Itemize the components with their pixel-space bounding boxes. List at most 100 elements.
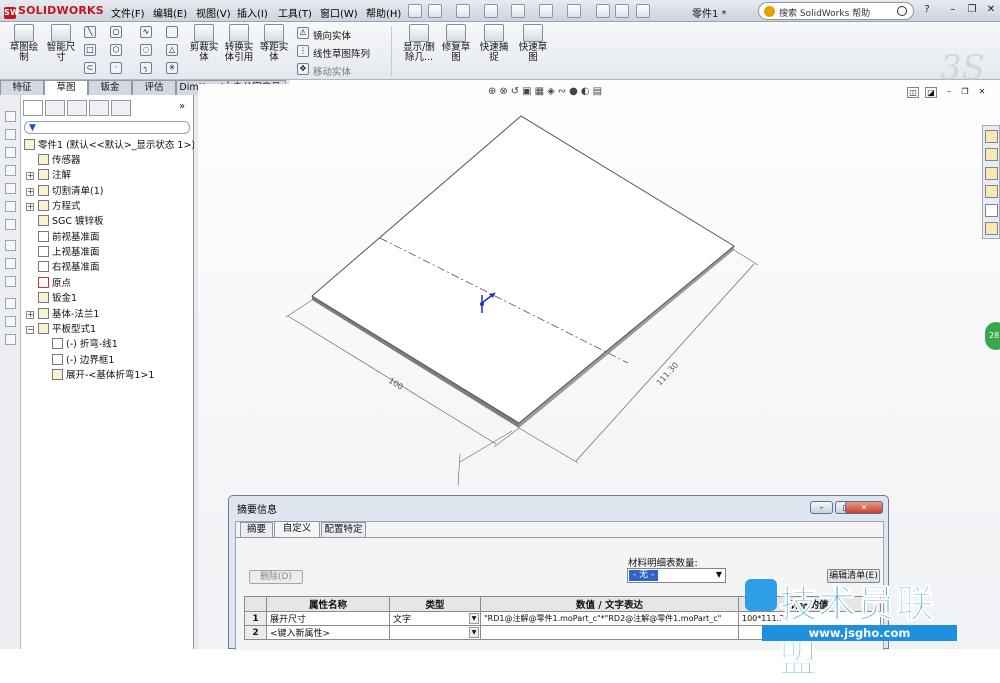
repair-sketch-button[interactable]: 修复草图: [440, 24, 472, 63]
chevron-down-icon[interactable]: ▼: [469, 613, 479, 624]
tab-custom[interactable]: 自定义: [274, 521, 320, 537]
tab-evaluate[interactable]: 评估: [132, 80, 176, 95]
property-manager-tab-icon[interactable]: [45, 100, 65, 116]
shell-icon[interactable]: [5, 219, 16, 230]
column-header-type[interactable]: 类型: [389, 596, 481, 612]
expand-icon[interactable]: +: [26, 311, 34, 319]
column-header-value-expression[interactable]: 数值 / 文字表达: [480, 596, 739, 612]
open-file-icon[interactable]: [456, 4, 470, 18]
rapid-sketch-button[interactable]: 快速草图: [515, 24, 551, 63]
tree-item-bounding-box[interactable]: (-) 边界框1: [52, 353, 114, 368]
tree-item-sheet-metal[interactable]: 钣金1: [38, 291, 77, 306]
quick-snaps-button[interactable]: 快速捕捉: [478, 24, 510, 63]
tab-summary[interactable]: 摘要: [240, 522, 273, 537]
instant3d-icon[interactable]: [5, 276, 16, 287]
appearances-icon[interactable]: [985, 204, 998, 217]
tab-sketch[interactable]: 草图: [44, 80, 88, 96]
fillet-icon[interactable]: ╮: [140, 62, 152, 74]
feature-tree-tab-icon[interactable]: [23, 100, 43, 116]
loft-icon[interactable]: [5, 165, 16, 176]
curves-icon[interactable]: [5, 258, 16, 269]
tree-item-right-plane[interactable]: 右视基准面: [38, 260, 100, 275]
point-icon[interactable]: ·: [110, 62, 122, 74]
row-number[interactable]: 2: [244, 625, 267, 640]
plane-icon[interactable]: △: [166, 44, 178, 56]
tree-root-part[interactable]: 零件1 (默认<<默认>_显示状态 1>): [24, 138, 195, 153]
dialog-close-button[interactable]: ✕: [845, 501, 883, 514]
convert-entities-button[interactable]: 转换实体引用: [223, 24, 255, 63]
expand-icon[interactable]: +: [26, 203, 34, 211]
tab-sheet-metal[interactable]: 钣金: [88, 80, 132, 95]
undo-icon[interactable]: [539, 4, 553, 18]
smart-dimension-button[interactable]: 智能尺寸: [44, 24, 78, 63]
slot-icon[interactable]: ⊂: [84, 62, 96, 74]
menu-file[interactable]: 文件(F): [111, 5, 145, 20]
tree-item-cut-list[interactable]: + 切割清单(1): [26, 184, 103, 199]
minimize-button[interactable]: –: [946, 4, 960, 17]
save-icon[interactable]: [484, 4, 498, 18]
rib-icon[interactable]: [5, 334, 16, 345]
tab-features[interactable]: 特征: [0, 80, 44, 95]
solidworks-resources-icon[interactable]: [985, 130, 998, 143]
menu-window[interactable]: 窗口(W): [320, 5, 358, 20]
menu-help[interactable]: 帮助(H): [366, 5, 401, 20]
line-icon[interactable]: ╲: [84, 26, 96, 38]
select-icon[interactable]: [567, 4, 581, 18]
help-search-box[interactable]: 搜索 SolidWorks 帮助: [758, 2, 914, 20]
new-file-icon[interactable]: [428, 4, 442, 18]
options-icon[interactable]: [636, 4, 650, 18]
value-expression-cell[interactable]: "RD1@注解@零件1.moPart_c"*"RD2@注解@零件1.moPart…: [480, 611, 739, 626]
expand-icon[interactable]: +: [26, 188, 34, 196]
configuration-manager-tab-icon[interactable]: [67, 100, 87, 116]
dimxpert-manager-tab-icon[interactable]: [89, 100, 109, 116]
close-button[interactable]: ✕: [984, 4, 998, 17]
tree-item-unfold[interactable]: 展开-<基体折弯1>1: [52, 368, 154, 383]
pin-icon[interactable]: [408, 4, 422, 18]
centerline-icon[interactable]: ✳: [166, 62, 178, 74]
reference-geometry-icon[interactable]: [5, 240, 16, 251]
sweep-icon[interactable]: [5, 147, 16, 158]
chevron-down-icon[interactable]: ▼: [469, 627, 479, 638]
menu-edit[interactable]: 编辑(E): [153, 5, 187, 20]
menu-tools[interactable]: 工具(T): [278, 5, 312, 20]
revolve-icon[interactable]: [5, 129, 16, 140]
mirror-feature-icon[interactable]: [5, 316, 16, 327]
tree-item-annotations[interactable]: + 注解: [26, 168, 71, 183]
expand-chevron-icon[interactable]: »: [179, 101, 185, 112]
collapse-icon[interactable]: −: [26, 326, 34, 334]
ellipse-icon[interactable]: ◌: [140, 44, 152, 56]
print-icon[interactable]: [511, 4, 525, 18]
tree-item-origin[interactable]: 原点: [38, 276, 71, 291]
dimension-left-value[interactable]: 100: [387, 376, 405, 392]
tree-item-top-plane[interactable]: 上视基准面: [38, 245, 100, 260]
menu-view[interactable]: 视图(V): [196, 5, 231, 20]
view-palette-icon[interactable]: [985, 185, 998, 198]
rebuild-icon[interactable]: [596, 4, 610, 18]
chamfer-icon[interactable]: [5, 201, 16, 212]
notification-badge[interactable]: 28: [985, 322, 1000, 350]
rectangle-icon[interactable]: □: [84, 44, 96, 56]
linear-pattern-button[interactable]: 线性草图阵列: [313, 46, 370, 60]
tab-config-specific[interactable]: 配置特定: [321, 522, 366, 537]
file-explorer-icon[interactable]: [985, 167, 998, 180]
tree-item-front-plane[interactable]: 前视基准面: [38, 230, 100, 245]
show-delete-relations-button[interactable]: 显示/删除几...: [400, 24, 438, 63]
mirror-entities-button[interactable]: 镜向实体: [313, 28, 351, 42]
expand-icon[interactable]: +: [26, 172, 34, 180]
tree-filter-input[interactable]: ▼: [24, 121, 190, 134]
bom-quantity-select[interactable]: - 无 - ▼: [627, 568, 726, 583]
menu-insert[interactable]: 插入(I): [237, 5, 268, 20]
display-manager-tab-icon[interactable]: [111, 100, 131, 116]
new-property-cell[interactable]: <键入新属性>: [266, 625, 390, 640]
tree-item-sensors[interactable]: 传感器: [38, 153, 81, 168]
dimension-right-value[interactable]: 111.30: [655, 361, 680, 388]
tree-item-material[interactable]: SGC 镀锌板: [38, 214, 104, 229]
row-number[interactable]: 1: [244, 611, 267, 626]
column-header-property-name[interactable]: 属性名称: [266, 596, 390, 612]
move-entities-button[interactable]: 移动实体: [313, 64, 351, 78]
value-expression-cell[interactable]: [480, 625, 739, 640]
tree-item-base-flange[interactable]: + 基体-法兰1: [26, 307, 99, 322]
property-type-select[interactable]: 文字 ▼: [389, 611, 481, 626]
tree-item-bend-lines[interactable]: (-) 折弯-线1: [52, 337, 118, 352]
pattern-icon[interactable]: [5, 298, 16, 309]
